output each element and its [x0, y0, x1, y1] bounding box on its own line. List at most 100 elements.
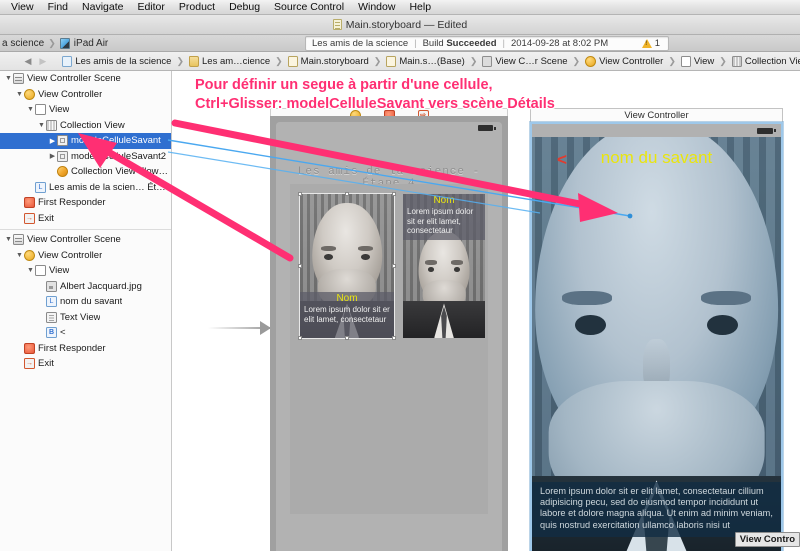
outline-row[interactable]: Text View — [0, 310, 171, 326]
menu-item-help[interactable]: Help — [402, 0, 438, 14]
outline-row[interactable]: ▶ modeleCelluleSavant — [0, 133, 171, 149]
outline-row-label: Exit — [38, 358, 54, 370]
menu-item-view[interactable]: View — [4, 0, 41, 14]
scene-icon — [482, 55, 493, 67]
breadcrumb-project[interactable]: Les amis de la science — [60, 55, 173, 67]
outline-row[interactable]: → Exit — [0, 356, 171, 372]
storyboard-canvas[interactable]: ⇨ Les amis de la science - Étape 4 — [173, 71, 800, 551]
outline-row[interactable]: First Responder — [0, 195, 171, 211]
breadcrumb-folder[interactable]: Les am…cience — [187, 55, 272, 67]
cell-caption: Nom Lorem ipsum dolor sit er elit lamet,… — [403, 194, 485, 240]
collection-view-cell-icon — [57, 135, 68, 147]
annotation-line-2: Ctrl+Glisser: modelCelluleSavant vers sc… — [195, 96, 555, 112]
disclosure-triangle-icon[interactable]: ▼ — [15, 252, 24, 259]
annotation-line-1: Pour définir un segue à partir d'une cel… — [195, 77, 493, 93]
cell-nom-label: Nom — [433, 195, 455, 206]
folder-icon — [189, 55, 199, 67]
menu-item-product[interactable]: Product — [172, 0, 222, 14]
outline-row[interactable]: ▼ View Controller — [0, 87, 171, 103]
collection-view[interactable]: Nom Lorem ipsum dolor sit er elit lamet,… — [290, 184, 488, 514]
disclosure-triangle-icon[interactable]: ▼ — [4, 75, 13, 82]
scene-detail-view-controller[interactable]: View Controller < nom du savant Lorem ip… — [530, 108, 783, 551]
breadcrumb-collection-view[interactable]: Collection View — [730, 55, 800, 67]
outline-row-label: First Responder — [38, 197, 106, 209]
outline-row-label: View Controller Scene — [27, 73, 121, 85]
breadcrumb-scene[interactable]: View C…r Scene — [480, 55, 569, 67]
forward-arrow-icon[interactable]: ▶ — [35, 56, 50, 67]
view-controller-icon — [585, 55, 597, 67]
breadcrumb-separator: ❯ — [469, 55, 478, 66]
outline-row[interactable]: ▼ View — [0, 102, 171, 118]
breadcrumb-label: Les amis de la science — [75, 55, 172, 67]
collection-view-icon — [731, 55, 742, 67]
menu-item-debug[interactable]: Debug — [222, 0, 267, 14]
outline-row-label: View Controller Scene — [27, 234, 121, 246]
breadcrumb-label: View — [693, 55, 715, 67]
scene-collection-view-controller[interactable]: Les amis de la science - Étape 4 — [270, 116, 508, 551]
outline-divider — [0, 229, 171, 230]
scene-icon — [13, 73, 24, 85]
outline-row[interactable]: ▼ View Controller Scene — [0, 71, 171, 87]
scene-tree-2: ▼ View Controller Scene ▼ View Controller ▼ V… — [0, 232, 171, 372]
outline-row[interactable]: ▼ View Controller Scene — [0, 232, 171, 248]
disclosure-triangle-icon[interactable]: ▼ — [15, 91, 24, 98]
view-controller-tooltip: View Contro — [734, 532, 800, 547]
disclosure-triangle-icon[interactable]: ▼ — [26, 267, 35, 274]
breadcrumb-storyboard-base[interactable]: Main.s…(Base) — [384, 55, 466, 67]
breadcrumb-storyboard[interactable]: Main.storyboard — [286, 55, 371, 67]
outline-row-label: Exit — [38, 212, 54, 224]
outline-row[interactable]: ▼ View Controller — [0, 248, 171, 264]
outline-row[interactable]: First Responder — [0, 341, 171, 357]
disclosure-triangle-icon[interactable]: ▼ — [26, 106, 35, 113]
menu-item-editor[interactable]: Editor — [130, 0, 171, 14]
status-build-label: Build — [422, 38, 444, 49]
detail-text-view[interactable]: Lorem ipsum dolor sit er elit lamet, con… — [532, 481, 781, 537]
outline-row[interactable]: ▼ View — [0, 263, 171, 279]
outline-row[interactable]: Albert Jacquard.jpg — [0, 279, 171, 295]
outline-row[interactable]: → Exit — [0, 211, 171, 227]
warning-triangle-icon — [641, 39, 652, 48]
scene-icon — [13, 234, 24, 246]
breadcrumb-label: Collection View — [744, 55, 800, 67]
activity-status-bar: Les amis de la science | Build Succeeded… — [305, 36, 669, 51]
scene-b-device-screen[interactable]: < nom du savant Lorem ipsum dolor sit er… — [530, 122, 783, 551]
breadcrumb-separator: ❯ — [719, 55, 727, 66]
disclosure-triangle-icon[interactable]: ▶ — [48, 137, 57, 145]
outline-row[interactable]: B < — [0, 325, 171, 341]
breadcrumb-separator: ❯ — [176, 55, 184, 66]
outline-row[interactable]: ▼ Collection View — [0, 118, 171, 134]
disclosure-triangle-icon[interactable]: ▼ — [37, 122, 46, 129]
outline-row-label: nom du savant — [60, 296, 123, 308]
breadcrumb-view-controller[interactable]: View Controller — [583, 55, 665, 67]
related-items-icon[interactable] — [4, 56, 6, 67]
document-outline-sidebar[interactable]: ▼ View Controller Scene ▼ View Controller ▼ V… — [0, 71, 172, 551]
collection-view-cell[interactable]: Nom Lorem ipsum dolor sit er elit lamet,… — [403, 194, 485, 338]
macos-menu-bar: View Find Navigate Editor Product Debug … — [0, 0, 800, 15]
outline-row-label: < — [60, 327, 66, 339]
outline-row[interactable]: L Les amis de la scien… Ét… — [0, 180, 171, 196]
outline-row-label: Albert Jacquard.jpg — [60, 280, 142, 292]
cell-caption: Nom Lorem ipsum dolor sit er elit lamet,… — [300, 292, 394, 338]
status-build: Build Succeeded — [417, 38, 503, 49]
storyboard-document-icon — [332, 19, 342, 30]
menu-item-source-control[interactable]: Source Control — [267, 0, 351, 14]
detail-nav-title-label: nom du savant — [600, 148, 713, 167]
text-view-icon — [46, 311, 57, 323]
outline-row[interactable]: ▶ modeleCelluleSavant2 — [0, 149, 171, 165]
collection-view-cell[interactable]: Nom Lorem ipsum dolor sit er elit lamet,… — [298, 192, 396, 340]
scene-a-device-screen: Les amis de la science - Étape 4 — [276, 122, 502, 551]
menu-item-window[interactable]: Window — [351, 0, 402, 14]
menu-item-navigate[interactable]: Navigate — [75, 0, 130, 14]
outline-row[interactable]: Collection View Flow L… — [0, 164, 171, 180]
back-arrow-icon[interactable]: ◀ — [21, 56, 36, 67]
disclosure-triangle-icon[interactable]: ▶ — [48, 152, 57, 160]
menu-item-find[interactable]: Find — [41, 0, 75, 14]
breadcrumb-view[interactable]: View — [679, 55, 716, 67]
disclosure-triangle-icon[interactable]: ▼ — [4, 236, 13, 243]
outline-row-label: First Responder — [38, 342, 106, 354]
cell-nom-label: Nom — [336, 293, 358, 304]
warning-indicator[interactable]: 1 — [641, 38, 668, 49]
outline-row[interactable]: Lnom du savant — [0, 294, 171, 310]
window-title-bar: Main.storyboard — Edited — [0, 15, 800, 35]
scheme-selector[interactable]: a science ❯ iPad Air — [0, 37, 108, 49]
